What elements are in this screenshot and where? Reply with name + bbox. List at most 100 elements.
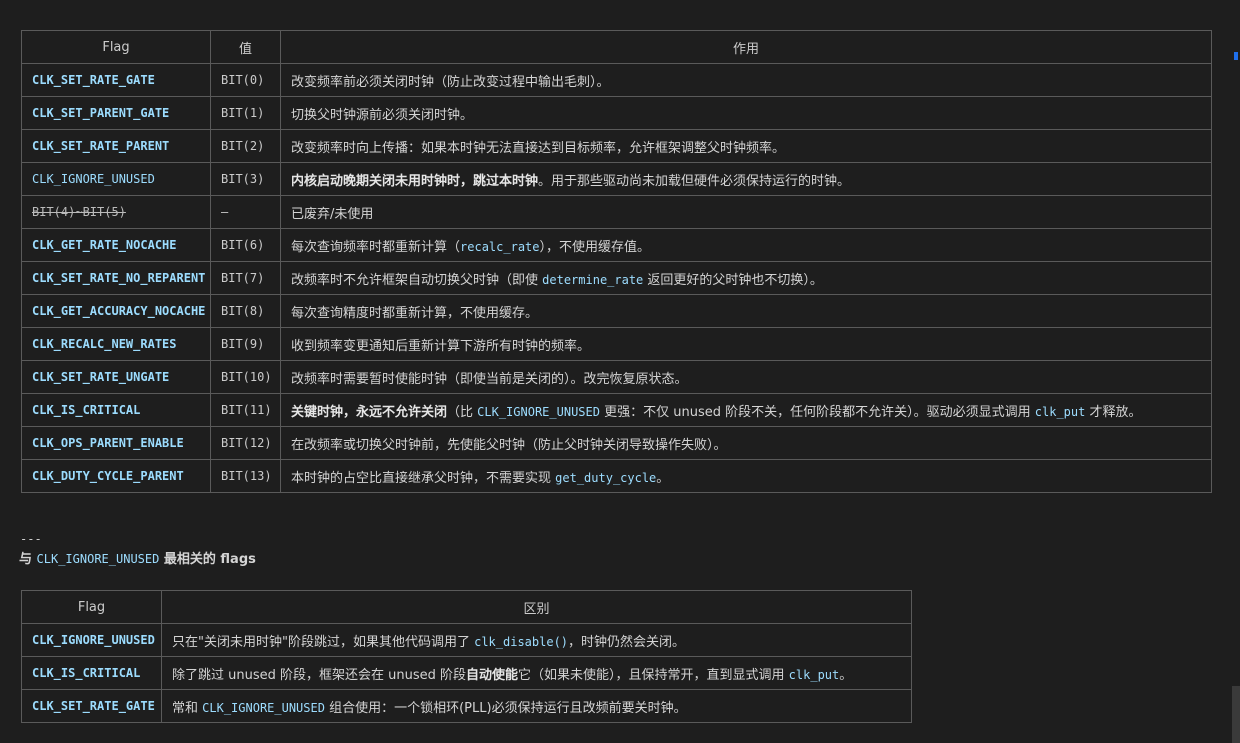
desc-text: （比 (447, 404, 478, 420)
table-row: BIT(4)~BIT(5) — 已废弃/未使用 (21, 195, 1212, 229)
section-heading: 与 CLK_IGNORE_UNUSED 最相关的 flags (19, 548, 256, 567)
table-row: CLK_OPS_PARENT_ENABLE BIT(12) 在改频率或切换父时钟… (21, 426, 1212, 460)
flag-desc: 收到频率变更通知后重新计算下游所有时钟的频率。 (280, 327, 1212, 361)
table-row: CLK_IGNORE_UNUSED 只在"关闭未用时钟"阶段跳过，如果其他代码调… (21, 623, 912, 657)
desc-text: 。用于那些驱动尚未加载但硬件必须保持运行的时钟。 (538, 173, 851, 189)
table-row: CLK_SET_RATE_UNGATE BIT(10) 改频率时需要暂时使能时钟… (21, 360, 1212, 394)
flag-value: BIT(13) (210, 459, 281, 493)
inline-code: clk_put (1034, 404, 1086, 419)
scrollbar-position-marker (1234, 52, 1238, 60)
table-header-row: Flag 值 作用 (21, 30, 1212, 64)
flag-desc: 改频率时不允许框架自动切换父时钟（即使 determine_rate 返回更好的… (280, 261, 1212, 295)
flag-desc: 切换父时钟源前必须关闭时钟。 (280, 96, 1212, 130)
flag-desc: 已废弃/未使用 (280, 195, 1212, 229)
table-header-row: Flag 区别 (21, 590, 912, 624)
desc-emphasis: 关键时钟，永远不允许关闭 (291, 404, 448, 420)
flag-value: BIT(1) (210, 96, 281, 130)
desc-text: ），不使用缓存值。 (539, 239, 651, 255)
desc-text: 除了跳过 unused 阶段，框架还会在 unused 阶段 (172, 667, 467, 683)
horizontal-rule-text: --- (20, 532, 42, 546)
desc-emphasis: 内核启动晚期关闭未用时钟时，跳过本时钟 (291, 173, 539, 189)
flag-name: CLK_OPS_PARENT_ENABLE (21, 426, 211, 460)
heading-text: 最相关的 flags (159, 552, 256, 567)
flag-desc: 内核启动晚期关闭未用时钟时，跳过本时钟。用于那些驱动尚未加载但硬件必须保持运行的… (280, 162, 1212, 196)
flag-value: BIT(7) (210, 261, 281, 295)
flag-name: CLK_SET_RATE_GATE (21, 63, 211, 97)
inline-code: CLK_IGNORE_UNUSED (477, 404, 600, 419)
inline-code: CLK_IGNORE_UNUSED (36, 552, 160, 566)
flag-name: CLK_SET_RATE_GATE (21, 689, 162, 723)
flag-value: BIT(10) (210, 360, 281, 394)
flag-value: BIT(3) (210, 162, 281, 196)
inline-code: CLK_IGNORE_UNUSED (202, 700, 325, 715)
table-row: CLK_DUTY_CYCLE_PARENT BIT(13) 本时钟的占空比直接继… (21, 459, 1212, 493)
clipped-top-text (20, 0, 920, 4)
table-row: CLK_SET_RATE_NO_REPARENT BIT(7) 改频率时不允许框… (21, 261, 1212, 295)
desc-text: 组合使用：一个锁相环(PLL)必须保持运行且改频前要关时钟。 (324, 700, 687, 716)
flag-desc: 改变频率前必须关闭时钟（防止改变过程中输出毛刺）。 (280, 63, 1212, 97)
flag-value: BIT(6) (210, 228, 281, 262)
flag-desc: 每次查询精度时都重新计算，不使用缓存。 (280, 294, 1212, 328)
flag-difference: 除了跳过 unused 阶段，框架还会在 unused 阶段自动使能它（如果未使… (161, 656, 912, 690)
desc-text: 只在"关闭未用时钟"阶段跳过，如果其他代码调用了 (172, 634, 475, 650)
flag-desc: 改频率时需要暂时使能时钟（即使当前是关闭的）。改完恢复原状态。 (280, 360, 1212, 394)
flag-name: CLK_RECALC_NEW_RATES (21, 327, 211, 361)
desc-text: 。 (656, 470, 670, 486)
table-row: CLK_GET_RATE_NOCACHE BIT(6) 每次查询频率时都重新计算… (21, 228, 1212, 262)
desc-text: 更强：不仅 unused 阶段不关，任何阶段都不允许关）。驱动必须显式调用 (599, 404, 1035, 420)
flag-name: CLK_IGNORE_UNUSED (21, 623, 162, 657)
flag-difference: 只在"关闭未用时钟"阶段跳过，如果其他代码调用了 clk_disable()，时… (161, 623, 912, 657)
flag-desc: 改变频率时向上传播：如果本时钟无法直接达到目标频率，允许框架调整父时钟频率。 (280, 129, 1212, 163)
desc-text: 常和 (172, 700, 203, 716)
flags-table: Flag 值 作用 CLK_SET_RATE_GATE BIT(0) 改变频率前… (21, 30, 1212, 493)
inline-code: get_duty_cycle (555, 470, 657, 485)
flag-value: BIT(8) (210, 294, 281, 328)
table-row: CLK_IS_CRITICAL 除了跳过 unused 阶段，框架还会在 unu… (21, 656, 912, 690)
desc-text: 本时钟的占空比直接继承父时钟，不需要实现 (291, 470, 556, 486)
flag-desc: 本时钟的占空比直接继承父时钟，不需要实现 get_duty_cycle。 (280, 459, 1212, 493)
flag-name: CLK_SET_RATE_PARENT (21, 129, 211, 163)
desc-text: 。 (839, 667, 853, 683)
inline-code: clk_put (788, 667, 840, 682)
desc-text: 才释放。 (1085, 404, 1142, 420)
flag-value: BIT(2) (210, 129, 281, 163)
flag-name: CLK_IS_CRITICAL (21, 656, 162, 690)
desc-text: 返回更好的父时钟也不切换）。 (643, 272, 823, 288)
table-row: CLK_GET_ACCURACY_NOCACHE BIT(8) 每次查询精度时都… (21, 294, 1212, 328)
flag-value: — (210, 195, 281, 229)
inline-code: determine_rate (542, 272, 644, 287)
table-row: CLK_SET_RATE_GATE BIT(0) 改变频率前必须关闭时钟（防止改… (21, 63, 1212, 97)
flag-desc: 关键时钟，永远不允许关闭（比 CLK_IGNORE_UNUSED 更强：不仅 u… (280, 393, 1212, 427)
inline-code: clk_disable() (474, 634, 569, 649)
desc-text: 每次查询频率时都重新计算（ (291, 239, 461, 255)
flag-difference: 常和 CLK_IGNORE_UNUSED 组合使用：一个锁相环(PLL)必须保持… (161, 689, 912, 723)
col-header-value: 值 (210, 30, 281, 64)
desc-emphasis: 自动使能 (466, 667, 519, 683)
flag-value: BIT(0) (210, 63, 281, 97)
inline-code: recalc_rate (460, 239, 540, 254)
col-header-effect: 作用 (280, 30, 1212, 64)
flag-name: CLK_GET_ACCURACY_NOCACHE (21, 294, 211, 328)
flag-name: CLK_SET_PARENT_GATE (21, 96, 211, 130)
scrollbar-thumb[interactable] (1232, 686, 1240, 743)
table-row: CLK_RECALC_NEW_RATES BIT(9) 收到频率变更通知后重新计… (21, 327, 1212, 361)
table-row: CLK_IS_CRITICAL BIT(11) 关键时钟，永远不允许关闭（比 C… (21, 393, 1212, 427)
flag-desc: 每次查询频率时都重新计算（recalc_rate），不使用缓存值。 (280, 228, 1212, 262)
table-row: CLK_SET_PARENT_GATE BIT(1) 切换父时钟源前必须关闭时钟… (21, 96, 1212, 130)
flag-value: BIT(9) (210, 327, 281, 361)
desc-text: 它（如果未使能），且保持常开，直到显式调用 (518, 667, 789, 683)
flag-desc: 在改频率或切换父时钟前，先使能父时钟（防止父时钟关闭导致操作失败）。 (280, 426, 1212, 460)
flag-value: BIT(11) (210, 393, 281, 427)
col-header-flag: Flag (21, 590, 162, 624)
flag-name: CLK_IS_CRITICAL (21, 393, 211, 427)
flag-value: BIT(12) (210, 426, 281, 460)
vertical-scrollbar[interactable] (1232, 0, 1240, 743)
col-header-difference: 区别 (161, 590, 912, 624)
flag-name: BIT(4)~BIT(5) (21, 195, 211, 229)
table-row: CLK_IGNORE_UNUSED BIT(3) 内核启动晚期关闭未用时钟时，跳… (21, 162, 1212, 196)
col-header-flag: Flag (21, 30, 211, 64)
table-row: CLK_SET_RATE_PARENT BIT(2) 改变频率时向上传播：如果本… (21, 129, 1212, 163)
table-row: CLK_SET_RATE_GATE 常和 CLK_IGNORE_UNUSED 组… (21, 689, 912, 723)
flag-name: CLK_IGNORE_UNUSED (21, 162, 211, 196)
flag-name: CLK_SET_RATE_UNGATE (21, 360, 211, 394)
